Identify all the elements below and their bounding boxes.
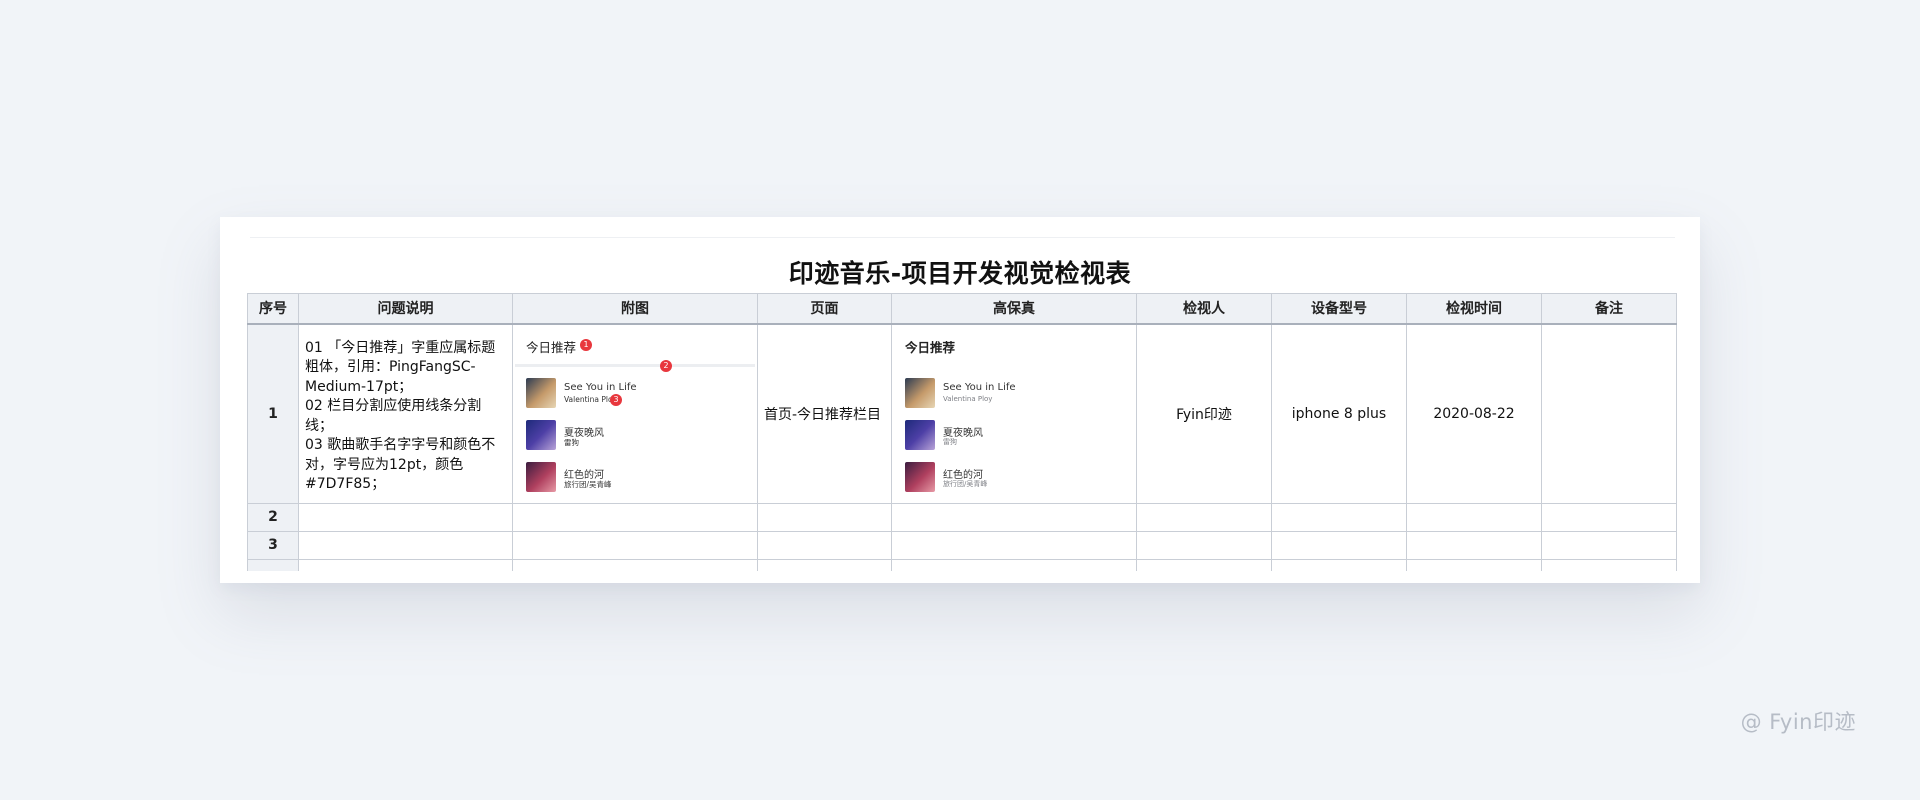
- header-row: 序号 问题说明 附图 页面 高保真 检视人 设备型号 检视时间 备注: [247, 293, 1677, 325]
- row-index: 3: [247, 530, 299, 560]
- page-cell[interactable]: [757, 530, 892, 560]
- section-divider: [515, 363, 755, 367]
- header-reviewer: 检视人: [1136, 293, 1272, 325]
- issue-description[interactable]: [298, 530, 513, 560]
- album-cover: [526, 377, 556, 408]
- empty-cell[interactable]: [512, 558, 758, 571]
- song-name: See You in Life: [564, 381, 637, 393]
- table-row: 1 01 「今日推荐」字重应属标题粗体，引用：PingFangSC-Medium…: [247, 323, 1677, 504]
- song-item: 夏夜晚风 雷狗: [526, 419, 746, 452]
- empty-cell[interactable]: [298, 558, 513, 571]
- table-row: 3: [247, 530, 1677, 560]
- header-description: 问题说明: [298, 293, 513, 325]
- issue-line: 02 栏目分割应使用线条分割线；: [305, 398, 482, 434]
- date-cell[interactable]: [1406, 530, 1542, 560]
- date-cell[interactable]: 2020-08-22: [1406, 323, 1542, 504]
- album-cover: [526, 461, 556, 492]
- attachment-heading: 今日推荐: [526, 339, 577, 355]
- hifi-cell[interactable]: [891, 502, 1137, 532]
- song-artist: Valentina Ploy: [943, 394, 993, 403]
- header-page: 页面: [757, 293, 892, 325]
- marker-badge: 3: [610, 393, 622, 406]
- page-cell[interactable]: 首页-今日推荐栏目: [757, 323, 892, 504]
- sheet-title: 印迹音乐-项目开发视觉检视表: [788, 259, 1132, 288]
- song-item: 红色的河 旅行团/吴青峰: [526, 461, 746, 494]
- remark-cell[interactable]: [1541, 530, 1677, 560]
- remark-cell[interactable]: [1541, 323, 1677, 504]
- song-artist: 雷狗: [943, 437, 957, 446]
- album-cover: [905, 377, 935, 408]
- empty-cell[interactable]: [757, 558, 892, 571]
- marker-badge: 2: [660, 359, 672, 372]
- song-item: 红色的河 旅行团/吴青峰: [905, 461, 1125, 494]
- table-row-partial: [247, 558, 1677, 571]
- issue-line: 01 「今日推荐」字重应属标题粗体，引用：PingFangSC-Medium-1…: [305, 339, 496, 395]
- watermark: @ Fyin印迹: [1740, 710, 1856, 734]
- row-index: [247, 558, 299, 571]
- header-remark: 备注: [1541, 293, 1677, 325]
- hifi-cell[interactable]: [891, 530, 1137, 560]
- hifi-heading: 今日推荐: [905, 339, 956, 355]
- marker-badge: 1: [580, 338, 592, 351]
- header-attachment: 附图: [512, 293, 758, 325]
- attachment-cell[interactable]: 今日推荐 1 2 See You in Life Valentina Ploy …: [512, 323, 758, 504]
- attachment-cell[interactable]: [512, 530, 758, 560]
- reviewer-cell[interactable]: Fyin印迹: [1136, 323, 1272, 504]
- reviewer-cell[interactable]: [1136, 530, 1272, 560]
- device-cell[interactable]: [1271, 502, 1407, 532]
- attachment-cell[interactable]: [512, 502, 758, 532]
- empty-cell[interactable]: [891, 558, 1137, 571]
- issue-line: 03 歌曲歌手名字字号和颜色不对，字号应为12pt，颜色#7D7F85；: [305, 437, 496, 492]
- attachment-screenshot: 今日推荐 1 2 See You in Life Valentina Ploy …: [513, 325, 757, 503]
- album-cover: [526, 419, 556, 450]
- reviewer-cell[interactable]: [1136, 502, 1272, 532]
- empty-cell[interactable]: [1136, 558, 1272, 571]
- issue-description[interactable]: [298, 502, 513, 532]
- header-date: 检视时间: [1406, 293, 1542, 325]
- issue-description[interactable]: 01 「今日推荐」字重应属标题粗体，引用：PingFangSC-Medium-1…: [298, 323, 513, 504]
- song-name: See You in Life: [943, 381, 1016, 393]
- date-cell[interactable]: [1406, 502, 1542, 532]
- top-divider: [250, 237, 1675, 238]
- empty-cell[interactable]: [1271, 558, 1407, 571]
- album-cover: [905, 419, 935, 450]
- page-cell[interactable]: [757, 502, 892, 532]
- device-cell[interactable]: [1271, 530, 1407, 560]
- song-item: See You in Life Valentina Ploy: [526, 377, 746, 410]
- song-item: See You in Life Valentina Ploy: [905, 377, 1125, 410]
- empty-cell[interactable]: [1406, 558, 1542, 571]
- header-device: 设备型号: [1271, 293, 1407, 325]
- song-artist: 旅行团/吴青峰: [943, 479, 988, 488]
- song-artist: 雷狗: [564, 437, 579, 447]
- album-cover: [905, 461, 935, 492]
- song-artist: 旅行团/吴青峰: [564, 479, 612, 489]
- header-hifi: 高保真: [891, 293, 1137, 325]
- remark-cell[interactable]: [1541, 502, 1677, 532]
- review-sheet: 印迹音乐-项目开发视觉检视表 序号 问题说明 附图 页面 高保真 检视人 设备型…: [220, 217, 1700, 583]
- empty-cell[interactable]: [1541, 558, 1677, 571]
- hifi-screenshot: 今日推荐 See You in Life Valentina Ploy 夏夜晚风…: [892, 325, 1136, 503]
- header-index: 序号: [247, 293, 299, 325]
- review-table: 序号 问题说明 附图 页面 高保真 检视人 设备型号 检视时间 备注 1 01 …: [247, 293, 1677, 571]
- row-index: 2: [247, 502, 299, 532]
- table-row: 2: [247, 502, 1677, 532]
- row-index: 1: [247, 323, 299, 504]
- song-item: 夏夜晚风 雷狗: [905, 419, 1125, 452]
- device-cell[interactable]: iphone 8 plus: [1271, 323, 1407, 504]
- hifi-cell[interactable]: 今日推荐 See You in Life Valentina Ploy 夏夜晚风…: [891, 323, 1137, 504]
